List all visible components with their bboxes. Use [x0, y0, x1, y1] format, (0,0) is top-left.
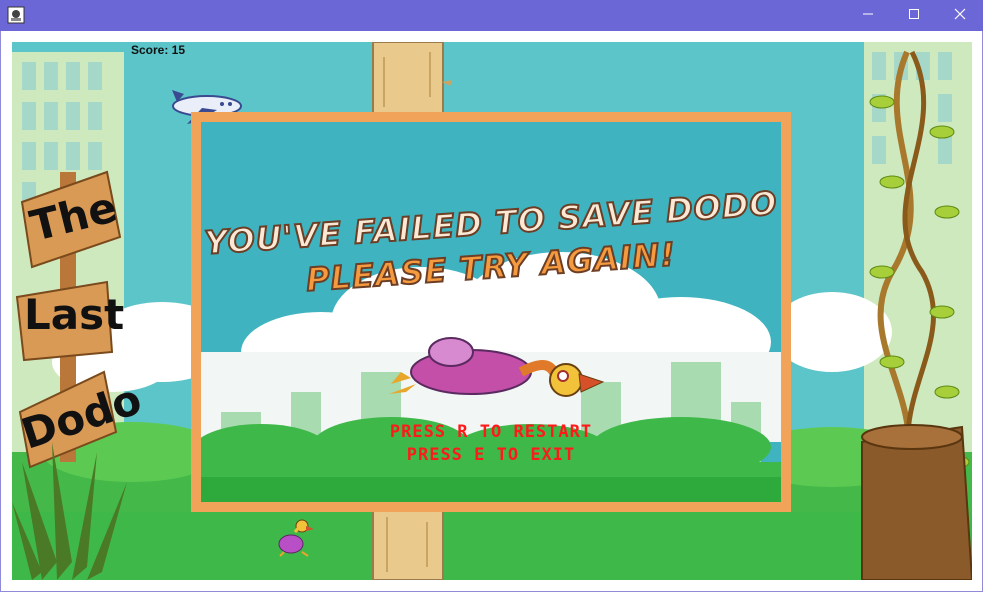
- maximize-icon: [908, 7, 920, 25]
- tree-stump: [861, 424, 972, 580]
- close-icon: [954, 7, 966, 25]
- window-titlebar[interactable]: [0, 0, 983, 31]
- minimize-icon: [862, 7, 874, 25]
- java-app-icon: [7, 6, 25, 24]
- maximize-button[interactable]: [891, 0, 937, 31]
- exit-prompt: PRESS E TO EXIT: [406, 445, 576, 465]
- game-over-panel: YOU'VE FAILED TO SAVE DODO PLEASE TRY AG…: [191, 112, 791, 512]
- game-canvas[interactable]: Score: 15 The Last Dodo YOU'VE FAILED TO…: [12, 42, 972, 580]
- tree-trunk-obstacle-top: [372, 42, 452, 118]
- sign-word-last: Last: [24, 290, 125, 339]
- score-label: Score: 15: [131, 43, 186, 57]
- restart-prompt: PRESS R TO RESTART: [389, 422, 593, 442]
- minimize-button[interactable]: [845, 0, 891, 31]
- close-button[interactable]: [937, 0, 983, 31]
- tree-trunk-obstacle-bottom: [372, 506, 444, 580]
